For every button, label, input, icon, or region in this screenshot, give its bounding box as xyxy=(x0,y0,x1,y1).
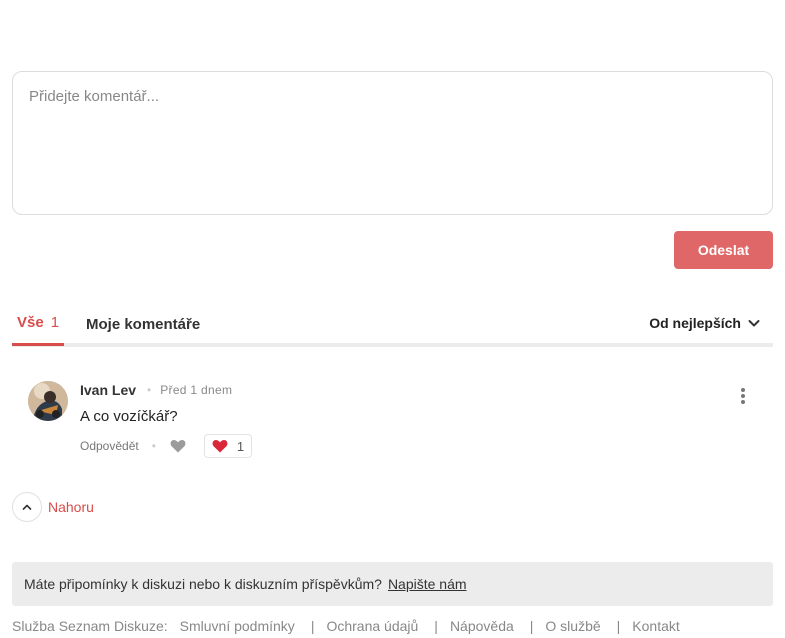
reply-button[interactable]: Odpovědět xyxy=(80,439,139,453)
comment-time: Před 1 dnem xyxy=(160,383,233,397)
avatar[interactable] xyxy=(28,381,68,421)
comment-tabs: Vše 1 Moje komentáře Od nejlepších xyxy=(12,302,773,347)
comment-actions: Odpovědět • 1 xyxy=(80,434,253,458)
footer-label: Služba Seznam Diskuze: xyxy=(12,618,168,634)
comment-input[interactable] xyxy=(13,72,772,214)
feedback-text: Máte připomínky k diskuzi nebo k diskuzn… xyxy=(24,576,382,592)
like-count-button[interactable]: 1 xyxy=(203,434,253,458)
footer-link-terms[interactable]: Smluvní podmínky xyxy=(180,618,295,634)
footer-link-privacy[interactable]: Ochrana údajů xyxy=(326,618,418,634)
comment-author[interactable]: Ivan Lev xyxy=(80,382,136,398)
footer-separator: | xyxy=(529,618,534,634)
comment-box xyxy=(12,71,773,215)
tab-all-label: Vše xyxy=(17,314,44,331)
like-count: 1 xyxy=(236,438,245,454)
feedback-link[interactable]: Napište nám xyxy=(388,576,467,592)
back-to-top[interactable]: Nahoru xyxy=(12,492,94,522)
more-vertical-icon[interactable] xyxy=(728,384,758,408)
comment-header: Ivan Lev • Před 1 dnem xyxy=(80,382,232,398)
send-button[interactable]: Odeslat xyxy=(674,231,773,269)
feedback-bar: Máte připomínky k diskuzi nebo k diskuzn… xyxy=(12,562,773,606)
tab-all[interactable]: Vše 1 xyxy=(12,302,65,346)
separator-dot: • xyxy=(147,383,152,397)
footer-separator: | xyxy=(434,618,438,634)
tab-my-comments-label: Moje komentáře xyxy=(86,316,201,333)
footer-separator: | xyxy=(616,618,621,634)
footer-separator: | xyxy=(310,618,315,634)
tab-all-count: 1 xyxy=(50,314,60,331)
heart-filled-icon xyxy=(212,440,228,453)
footer-link-help[interactable]: Nápověda xyxy=(450,618,514,634)
comment-item: Ivan Lev • Před 1 dnem A co vozíčkář? Od… xyxy=(28,380,758,460)
footer-link-contact[interactable]: Kontakt xyxy=(632,618,679,634)
heart-outline-icon[interactable] xyxy=(168,436,188,456)
sort-selected-label: Od nejlepších xyxy=(649,314,741,331)
footer: Služba Seznam Diskuze: Smluvní podmínky … xyxy=(12,616,680,636)
sort-dropdown[interactable]: Od nejlepších xyxy=(649,302,761,343)
tab-my-comments[interactable]: Moje komentáře xyxy=(86,302,200,347)
comment-text: A co vozíčkář? xyxy=(80,408,178,425)
back-to-top-label: Nahoru xyxy=(48,499,94,515)
chevron-down-icon xyxy=(747,316,761,330)
separator-dot: • xyxy=(151,439,156,453)
chevron-up-icon xyxy=(12,492,42,522)
footer-link-about[interactable]: O službě xyxy=(545,618,600,634)
